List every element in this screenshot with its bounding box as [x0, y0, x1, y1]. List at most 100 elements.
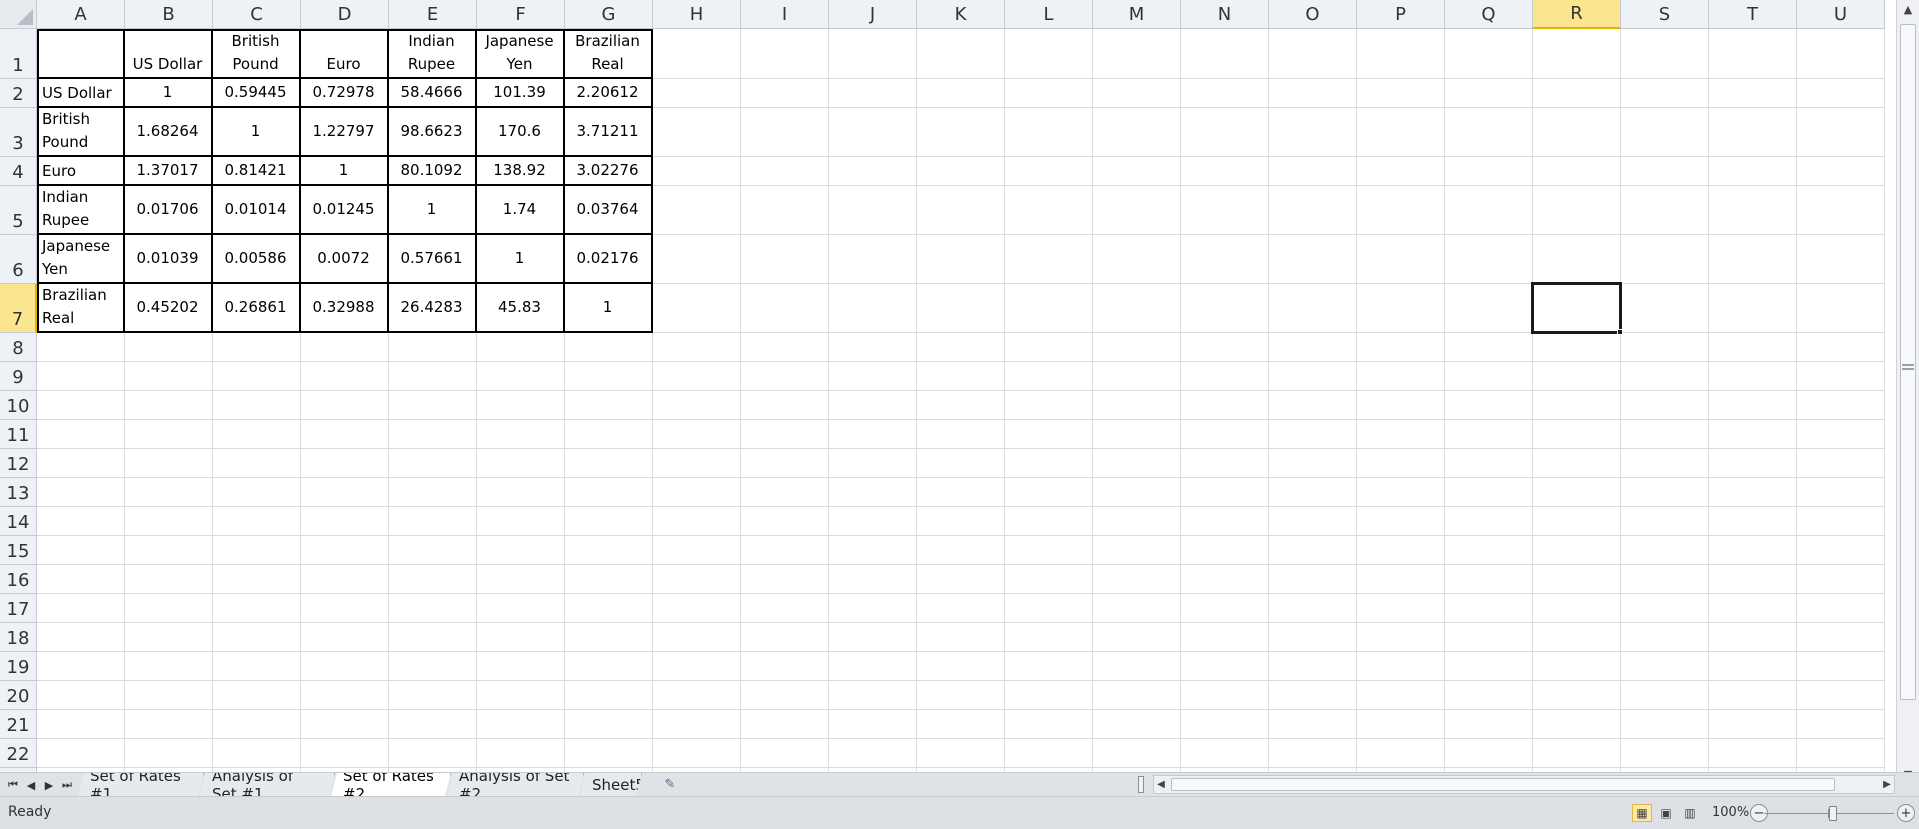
cell-g1[interactable]: Brazilian Real [564, 29, 653, 79]
column-header-n[interactable]: N [1181, 0, 1269, 29]
cell-b2[interactable]: 1 [124, 78, 213, 108]
insert-sheet-icon[interactable]: ✎ [659, 776, 681, 793]
row-header-19[interactable]: 19 [0, 652, 37, 681]
sheet-tab-1[interactable]: Set of Rates #1 [78, 773, 204, 796]
row-header-4[interactable]: 4 [0, 157, 37, 186]
cell-d2[interactable]: 0.72978 [300, 78, 389, 108]
column-header-h[interactable]: H [653, 0, 741, 29]
cell-c2[interactable]: 0.59445 [212, 78, 301, 108]
cell-e5[interactable]: 1 [388, 185, 477, 235]
cell-f6[interactable]: 1 [476, 234, 565, 284]
cell-f2[interactable]: 101.39 [476, 78, 565, 108]
cell-d6[interactable]: 0.0072 [300, 234, 389, 284]
horizontal-scrollbar[interactable]: ◀ ▶ [1153, 775, 1895, 794]
cell-f7[interactable]: 45.83 [476, 283, 565, 333]
column-header-p[interactable]: P [1357, 0, 1445, 29]
cell-g7[interactable]: 1 [564, 283, 653, 333]
cell-g2[interactable]: 2.20612 [564, 78, 653, 108]
cell-g4[interactable]: 3.02276 [564, 156, 653, 186]
cell-a4[interactable]: Euro [37, 156, 125, 186]
cell-b4[interactable]: 1.37017 [124, 156, 213, 186]
row-header-5[interactable]: 5 [0, 186, 37, 235]
cell-a2[interactable]: US Dollar [37, 78, 125, 108]
cell-f5[interactable]: 1.74 [476, 185, 565, 235]
zoom-slider-thumb[interactable] [1829, 806, 1837, 821]
cell-d7[interactable]: 0.32988 [300, 283, 389, 333]
scroll-left-icon[interactable]: ◀ [1154, 776, 1168, 793]
column-header-g[interactable]: G [565, 0, 653, 29]
cell-b7[interactable]: 0.45202 [124, 283, 213, 333]
cell-e6[interactable]: 0.57661 [388, 234, 477, 284]
cell-c6[interactable]: 0.00586 [212, 234, 301, 284]
cell-c3[interactable]: 1 [212, 107, 301, 157]
cell-a7[interactable]: Brazilian Real [37, 283, 125, 333]
row-header-9[interactable]: 9 [0, 362, 37, 391]
cell-a1[interactable] [37, 29, 125, 79]
cell-c5[interactable]: 0.01014 [212, 185, 301, 235]
worksheet-grid[interactable]: ABCDEFGHIJKLMNOPQRSTU 1 2 3 4 5 6 7 8 9 10 11 12 13 1… [0, 0, 1896, 783]
column-header-i[interactable]: I [741, 0, 829, 29]
tab-split-handle[interactable] [1138, 776, 1144, 793]
column-header-r[interactable]: R [1533, 0, 1621, 29]
cell-f1[interactable]: Japanese Yen [476, 29, 565, 79]
row-header-20[interactable]: 20 [0, 681, 37, 710]
nav-prev-icon[interactable]: ◀ [24, 777, 38, 793]
row-header-1[interactable]: 1 [0, 29, 37, 79]
sheet-tab-4[interactable]: Analysis of Set #2 [447, 773, 584, 796]
vertical-scroll-thumb[interactable] [1900, 24, 1916, 700]
cell-b5[interactable]: 0.01706 [124, 185, 213, 235]
cell-g5[interactable]: 0.03764 [564, 185, 653, 235]
cell-d4[interactable]: 1 [300, 156, 389, 186]
cell-b6[interactable]: 0.01039 [124, 234, 213, 284]
horizontal-scroll-thumb[interactable] [1171, 778, 1835, 791]
row-header-16[interactable]: 16 [0, 565, 37, 594]
column-header-t[interactable]: T [1709, 0, 1797, 29]
cell-c7[interactable]: 0.26861 [212, 283, 301, 333]
column-header-s[interactable]: S [1621, 0, 1709, 29]
active-cell-selection[interactable] [1531, 282, 1623, 335]
column-header-u[interactable]: U [1797, 0, 1885, 29]
row-header-12[interactable]: 12 [0, 449, 37, 478]
row-header-13[interactable]: 13 [0, 478, 37, 507]
vertical-scrollbar[interactable]: ▲ ▼ [1896, 0, 1919, 783]
cell-a5[interactable]: Indian Rupee [37, 185, 125, 235]
column-header-l[interactable]: L [1005, 0, 1093, 29]
row-header-3[interactable]: 3 [0, 108, 37, 157]
select-all-button[interactable] [0, 0, 37, 29]
column-header-f[interactable]: F [477, 0, 565, 29]
column-header-b[interactable]: B [125, 0, 213, 29]
column-header-d[interactable]: D [301, 0, 389, 29]
cell-g3[interactable]: 3.71211 [564, 107, 653, 157]
row-header-11[interactable]: 11 [0, 420, 37, 449]
zoom-in-icon[interactable]: + [1897, 804, 1915, 822]
cell-e1[interactable]: Indian Rupee [388, 29, 477, 79]
cell-b1[interactable]: US Dollar [124, 29, 213, 79]
column-header-j[interactable]: J [829, 0, 917, 29]
nav-first-icon[interactable]: ⏮ [6, 777, 20, 793]
row-header-2[interactable]: 2 [0, 79, 37, 108]
cell-f3[interactable]: 170.6 [476, 107, 565, 157]
cell-e3[interactable]: 98.6623 [388, 107, 477, 157]
fill-handle[interactable] [1617, 329, 1623, 335]
column-header-a[interactable]: A [37, 0, 125, 29]
column-header-o[interactable]: O [1269, 0, 1357, 29]
column-header-q[interactable]: Q [1445, 0, 1533, 29]
column-header-c[interactable]: C [213, 0, 301, 29]
row-header-10[interactable]: 10 [0, 391, 37, 420]
cell-d5[interactable]: 0.01245 [300, 185, 389, 235]
zoom-level[interactable]: 100% [1712, 805, 1749, 820]
page-layout-view-icon[interactable]: ▣ [1656, 804, 1676, 822]
cell-d3[interactable]: 1.22797 [300, 107, 389, 157]
cell-a3[interactable]: British Pound [37, 107, 125, 157]
sheet-tab-5[interactable]: Sheet5 [580, 773, 642, 796]
sheet-tab-3[interactable]: Set of Rates #2 [331, 773, 451, 796]
scroll-up-icon[interactable]: ▲ [1897, 0, 1919, 18]
split-handle-icon[interactable] [1902, 364, 1914, 366]
column-header-k[interactable]: K [917, 0, 1005, 29]
cell-g6[interactable]: 0.02176 [564, 234, 653, 284]
nav-last-icon[interactable]: ⏭ [60, 777, 74, 793]
row-header-7[interactable]: 7 [0, 284, 37, 333]
row-header-15[interactable]: 15 [0, 536, 37, 565]
row-header-8[interactable]: 8 [0, 333, 37, 362]
sheet-tab-2[interactable]: Analysis of Set #1 [200, 773, 335, 796]
